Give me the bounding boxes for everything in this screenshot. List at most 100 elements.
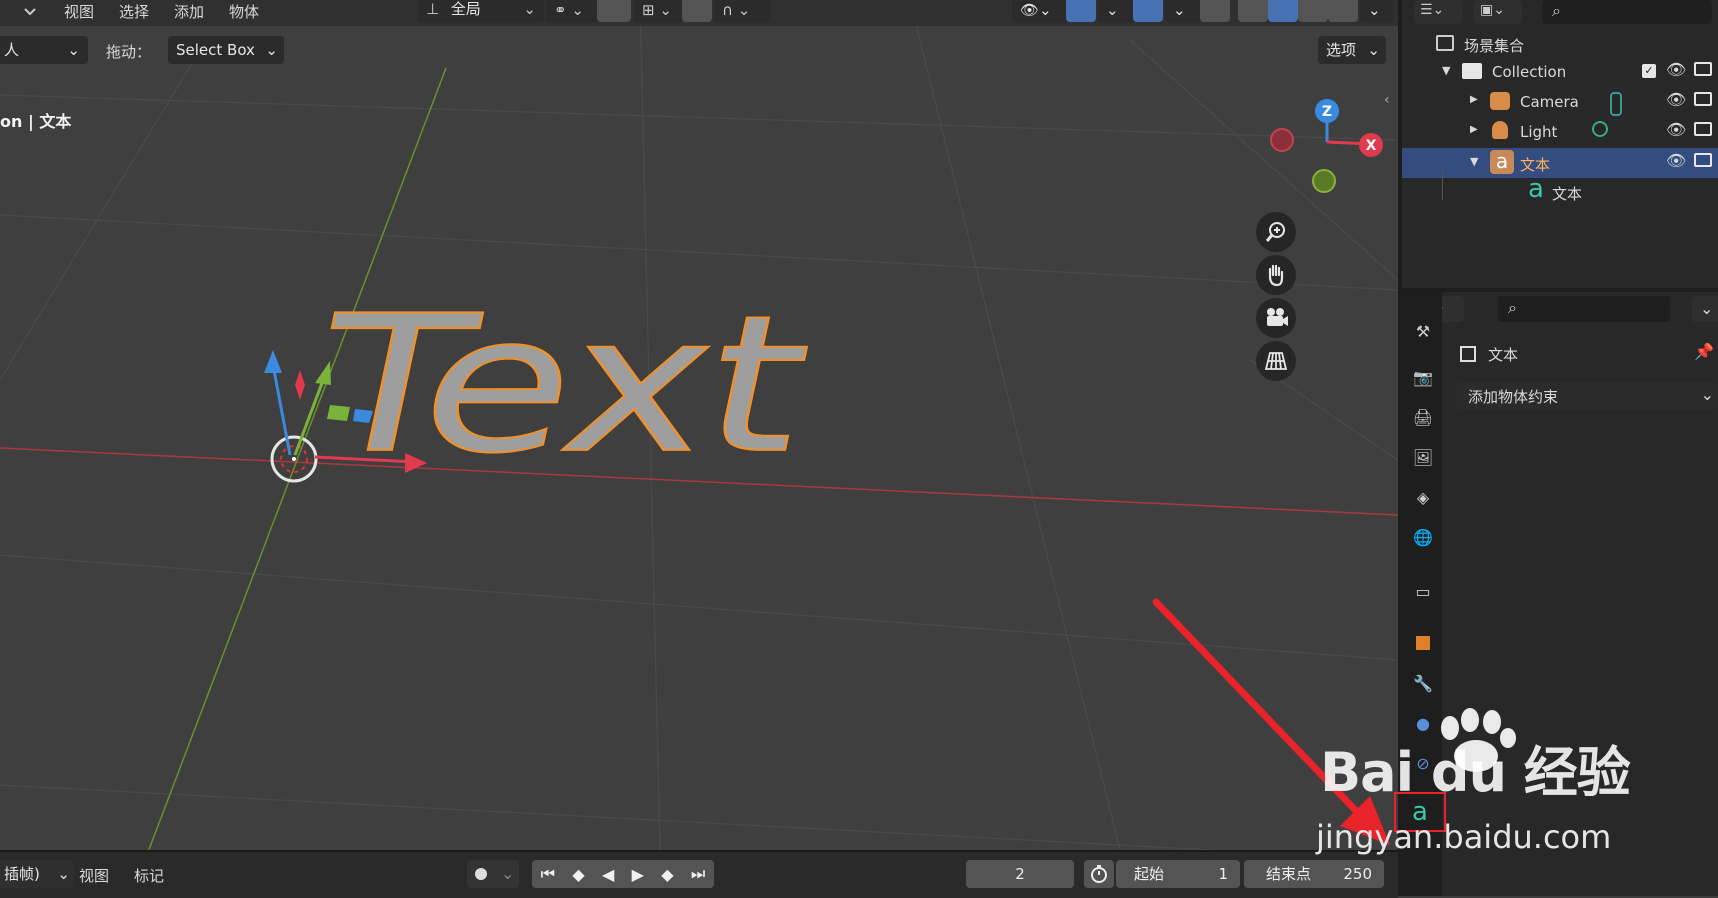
play-reverse-icon[interactable]: ◀ <box>602 865 614 884</box>
expand-arrow-icon[interactable]: ▼ <box>1442 64 1450 77</box>
object-tab-icon[interactable] <box>1410 630 1436 656</box>
menu-object[interactable]: 物体 <box>229 1 259 22</box>
proportional-falloff-dropdown[interactable]: ∩ ⌄ <box>714 0 770 22</box>
zoom-icon[interactable] <box>1256 212 1296 252</box>
outliner-display-mode-dropdown[interactable]: ☰⌄ <box>1414 0 1462 24</box>
drag-select-dropdown[interactable]: Select Box ⌄ <box>168 36 284 64</box>
3d-viewport[interactable]: Text on | 文本 Z X 视图 选择 添加 物体 ⊥ 全局 ⌄ ⚭ ⌄ … <box>0 0 1398 850</box>
overlay-dropdown[interactable]: ⌄ <box>1165 0 1201 22</box>
keying-dropdown[interactable]: 插帧) ⌄ <box>0 860 74 888</box>
properties-search-input[interactable]: ⌕ <box>1498 296 1670 322</box>
visibility-dropdown[interactable]: 👁⌄ <box>1012 0 1068 22</box>
solid-shading-icon[interactable] <box>1268 0 1298 22</box>
eye-select-icon: 👁⌄ <box>1020 1 1052 19</box>
material-shading-icon[interactable] <box>1298 0 1328 22</box>
rendered-shading-icon[interactable] <box>1328 0 1358 22</box>
outliner-item-text-data[interactable]: a 文本 <box>1402 174 1718 208</box>
outliner-item-text-selected[interactable]: ▼ a 文本 👁 <box>1402 148 1718 178</box>
chevron-down-icon: ⌄ <box>67 41 80 59</box>
outliner-filter-dropdown[interactable]: ▣⌄ <box>1474 0 1522 24</box>
menu-select[interactable]: 选择 <box>119 1 149 22</box>
view-layer-tab-icon[interactable]: 🖼 <box>1410 444 1436 470</box>
camera-render-icon[interactable] <box>1694 92 1712 106</box>
menu-view[interactable]: 视图 <box>64 1 94 22</box>
expand-arrow-icon[interactable]: ▶ <box>1470 94 1478 105</box>
drag-label: 拖动： <box>106 43 152 61</box>
stopwatch-icon[interactable] <box>1084 860 1114 888</box>
menu-add[interactable]: 添加 <box>174 1 204 22</box>
expand-arrow-icon[interactable]: ▼ <box>1470 155 1478 168</box>
snap-toggle-icon[interactable] <box>597 0 631 22</box>
snap-increment-icon: ⊞ ⌄ <box>642 1 672 19</box>
camera-data-icon <box>1610 92 1622 116</box>
outliner-collection-row[interactable]: ▼ Collection ✓ 👁 <box>1402 58 1718 88</box>
eye-icon[interactable]: 👁 <box>1666 90 1686 109</box>
play-icon[interactable]: ▶ <box>632 865 644 884</box>
auto-keying-button[interactable]: ⌄ <box>467 860 519 888</box>
current-frame-field[interactable]: 2 <box>966 860 1074 888</box>
jump-start-icon[interactable]: ⏮ <box>541 864 555 884</box>
navigation-gizmo[interactable]: Z X <box>1262 92 1392 202</box>
camera-render-icon[interactable] <box>1694 153 1712 167</box>
camera-view-icon[interactable] <box>1256 298 1296 338</box>
eye-icon[interactable]: 👁 <box>1666 60 1686 79</box>
proportional-edit-icon[interactable] <box>682 0 712 22</box>
pivot-point-dropdown[interactable]: ⚭ ⌄ <box>546 0 600 22</box>
wireframe-shading-icon[interactable] <box>1238 0 1268 22</box>
pan-hand-icon[interactable] <box>1256 255 1296 295</box>
end-frame-field[interactable]: 结束点 250 <box>1244 860 1384 888</box>
camera-render-icon[interactable] <box>1694 122 1712 136</box>
chevron-down-icon: ⌄ <box>1106 1 1119 19</box>
outliner-root-label: 场景集合 <box>1464 37 1525 55</box>
outliner-item-camera[interactable]: ▶ Camera 👁 <box>1402 88 1718 118</box>
overlay-toggle-icon[interactable] <box>1133 0 1163 22</box>
modifier-tab-icon[interactable]: 🔧 <box>1410 670 1436 696</box>
orientation-axis-icon: ⊥ <box>426 0 440 18</box>
outliner-item-light[interactable]: ▶ Light 👁 <box>1402 118 1718 148</box>
world-tab-icon[interactable]: 🌐 <box>1410 524 1436 550</box>
scene-tab-icon[interactable]: ◈ <box>1410 484 1436 510</box>
exclude-checkbox[interactable]: ✓ <box>1642 64 1656 78</box>
text-object-icon: a <box>1490 150 1514 174</box>
timeline-menu-marker[interactable]: 标记 <box>134 865 164 886</box>
chevron-down-icon: ⌄ <box>1173 1 1186 19</box>
eye-icon[interactable]: 👁 <box>1666 151 1686 170</box>
watermark-url: jingyan.baidu.com <box>1316 818 1612 856</box>
shading-dropdown[interactable]: ⌄ <box>1360 0 1394 22</box>
camera-render-icon[interactable] <box>1694 62 1712 76</box>
chevron-down-icon: ⌄ <box>1368 1 1381 19</box>
outliner-search-input[interactable]: ⌕ <box>1542 0 1712 24</box>
chevron-down-icon: ⌄ <box>501 864 515 883</box>
jump-end-icon[interactable]: ⏭ <box>691 864 705 884</box>
prev-keyframe-icon[interactable]: ◆ <box>572 865 584 884</box>
outliner-root[interactable]: 场景集合 <box>1402 30 1718 60</box>
collection-tab-icon[interactable]: ▭ <box>1410 578 1436 604</box>
chevron-down-icon: ⌄ <box>1700 299 1714 318</box>
output-tab-icon[interactable]: 🖨 <box>1410 404 1436 430</box>
transform-gizmo[interactable] <box>255 345 455 475</box>
add-constraint-dropdown[interactable]: 添加物体约束 ⌄ <box>1456 382 1718 410</box>
outliner-tree-icon: ☰⌄ <box>1420 2 1445 18</box>
xray-toggle-icon[interactable] <box>1200 0 1230 22</box>
render-tab-icon[interactable]: 📷 <box>1410 364 1436 390</box>
paw-logo-icon <box>1441 708 1516 772</box>
perspective-grid-icon[interactable] <box>1256 341 1296 381</box>
chevron-down-icon: ⌄ <box>57 865 70 883</box>
tool-tab-icon[interactable]: ⚒ <box>1410 318 1436 344</box>
record-icon <box>475 868 487 880</box>
mode-dropdown[interactable]: 人 ⌄ <box>0 36 88 64</box>
timeline-menu-view[interactable]: 视图 <box>79 865 109 886</box>
chevron-down-icon[interactable] <box>22 4 38 20</box>
start-frame-field[interactable]: 起始 1 <box>1116 860 1240 888</box>
gizmo-dropdown[interactable]: ⌄ <box>1098 0 1134 22</box>
properties-options-dropdown[interactable]: ⌄ <box>1692 296 1718 322</box>
gizmo-toggle-icon[interactable] <box>1066 0 1096 22</box>
eye-icon[interactable]: 👁 <box>1666 120 1686 139</box>
falloff-curve-icon: ∩ ⌄ <box>722 1 751 19</box>
options-dropdown[interactable]: 选项 ⌄ <box>1318 36 1386 64</box>
transform-orientation-dropdown[interactable]: ⊥ 全局 ⌄ <box>418 0 544 22</box>
sidebar-expand-icon[interactable]: ‹ <box>1384 92 1390 108</box>
expand-arrow-icon[interactable]: ▶ <box>1470 124 1478 135</box>
next-keyframe-icon[interactable]: ◆ <box>661 865 673 884</box>
pin-icon[interactable]: 📌 <box>1694 342 1714 361</box>
